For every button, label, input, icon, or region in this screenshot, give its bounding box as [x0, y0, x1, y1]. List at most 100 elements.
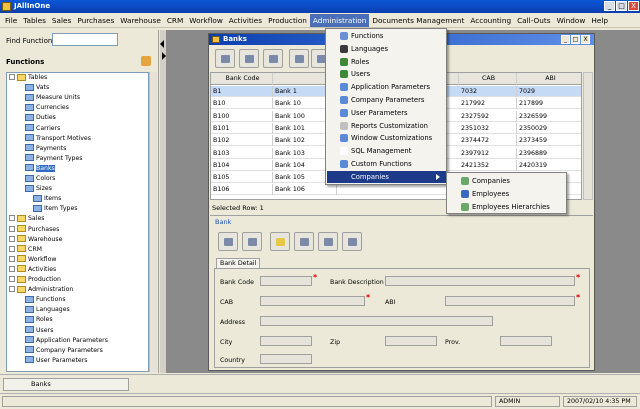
tree-item[interactable]: Currencies — [25, 103, 69, 113]
tree-item[interactable]: Production — [9, 275, 61, 285]
tree-item[interactable]: Payment Types — [25, 154, 83, 164]
city-field[interactable] — [260, 336, 312, 346]
menu-warehouse[interactable]: Warehouse — [117, 14, 164, 27]
tree-item[interactable]: Item Types — [33, 204, 78, 214]
zip-field[interactable] — [385, 336, 437, 346]
tree-scrollbar[interactable] — [149, 72, 157, 372]
tree-item[interactable]: Workflow — [9, 255, 56, 265]
window-minimize-button[interactable]: _ — [561, 35, 570, 44]
edit-button[interactable] — [270, 232, 290, 251]
tree-item[interactable]: Warehouse — [9, 235, 62, 245]
tree-item[interactable]: Sales — [9, 214, 44, 224]
menu-item[interactable]: Users — [327, 68, 446, 80]
tree-item[interactable]: Roles — [25, 315, 53, 325]
menu-file[interactable]: File — [2, 14, 20, 27]
functions-tree[interactable]: Tables Vats Measure Units Currencies Duties C… — [6, 72, 149, 372]
menu-activities[interactable]: Activities — [226, 14, 265, 27]
menu-window[interactable]: Window — [554, 14, 589, 27]
menu-item[interactable]: Companies — [327, 170, 446, 183]
column-header[interactable]: ABI — [517, 73, 581, 85]
tree-item[interactable]: Languages — [25, 305, 70, 315]
menu-item[interactable]: Company Parameters — [327, 94, 446, 106]
tree-item[interactable]: Carriers — [25, 124, 60, 134]
export-button[interactable] — [263, 49, 283, 68]
menu-administration[interactable]: Administration — [309, 13, 370, 27]
column-header[interactable]: CAB — [459, 73, 517, 85]
tree-item[interactable]: Sizes — [25, 184, 52, 194]
expand-icon[interactable] — [9, 215, 15, 222]
find-function-input[interactable] — [52, 33, 118, 46]
column-header[interactable]: Bank Code — [211, 73, 273, 85]
reload-button[interactable] — [215, 49, 235, 68]
tree-item[interactable]: Banks — [25, 164, 55, 174]
collapse-icon[interactable] — [9, 74, 15, 80]
tree-item[interactable]: Measure Units — [25, 93, 80, 103]
reload-form-button[interactable] — [318, 232, 338, 251]
menu-purchases[interactable]: Purchases — [74, 14, 117, 27]
cab-field[interactable] — [260, 296, 365, 306]
window-maximize-button[interactable]: □ — [571, 35, 580, 44]
submenu-item[interactable]: Companies — [448, 175, 567, 187]
tree-item[interactable]: User Parameters — [25, 356, 88, 366]
menu-call-outs[interactable]: Call-Outs — [514, 14, 554, 27]
menu-workflow[interactable]: Workflow — [186, 14, 226, 27]
menu-item[interactable]: Functions — [327, 30, 446, 42]
menu-item[interactable]: Reports Customization — [327, 120, 446, 132]
menu-item[interactable]: Application Parameters — [327, 81, 446, 93]
tab-bank-detail[interactable]: Bank Detail — [216, 258, 261, 268]
tree-item[interactable]: Activities — [9, 265, 56, 275]
bank-code-field[interactable] — [260, 276, 312, 286]
menu-item[interactable]: Custom Functions — [327, 158, 446, 170]
bank-description-field[interactable] — [385, 276, 575, 286]
tree-item[interactable]: Administration — [9, 285, 73, 295]
tree-item[interactable]: Application Parameters — [25, 336, 108, 346]
delete-button[interactable] — [239, 49, 259, 68]
window-close-button[interactable]: X — [581, 35, 590, 44]
tree-item[interactable]: Colors — [25, 174, 55, 184]
maximize-button[interactable]: □ — [616, 1, 627, 11]
tree-item[interactable]: Company Parameters — [25, 346, 103, 356]
menu-crm[interactable]: CRM — [164, 14, 186, 27]
submenu-item[interactable]: Employees — [448, 188, 567, 200]
tree-item[interactable]: CRM — [9, 245, 42, 255]
expand-icon[interactable] — [9, 225, 15, 232]
grid-scrollbar[interactable] — [583, 72, 593, 200]
expand-icon[interactable] — [9, 255, 15, 262]
close-button[interactable]: X — [628, 1, 639, 11]
tree-item[interactable]: Items — [33, 194, 61, 204]
menu-item[interactable]: Languages — [327, 43, 446, 55]
menu-item[interactable]: Window Customizations — [327, 132, 446, 144]
expand-icon[interactable] — [9, 265, 15, 272]
country-field[interactable] — [260, 354, 312, 364]
minimize-button[interactable]: _ — [604, 1, 615, 11]
tree-item[interactable]: Vats — [25, 83, 49, 93]
save-button[interactable] — [294, 232, 314, 251]
first-record-button[interactable] — [289, 49, 309, 68]
menu-help[interactable]: Help — [588, 14, 611, 27]
collapse-left-icon[interactable] — [160, 40, 164, 48]
menu-item[interactable]: Roles — [327, 56, 446, 68]
menu-tables[interactable]: Tables — [20, 14, 49, 27]
tree-item[interactable]: Functions — [25, 295, 66, 305]
prov-field[interactable] — [500, 336, 552, 346]
tree-item[interactable]: Users — [25, 326, 53, 336]
submenu-item[interactable]: Employees Hierarchies — [448, 201, 567, 213]
expand-icon[interactable] — [9, 235, 15, 242]
tree-item[interactable]: Purchases — [9, 225, 59, 235]
tree-item[interactable]: Payments — [25, 144, 66, 154]
tree-item[interactable]: Duties — [25, 113, 56, 123]
menu-sales[interactable]: Sales — [49, 14, 74, 27]
taskbar-banks-button[interactable]: Banks — [3, 378, 129, 391]
menu-production[interactable]: Production — [265, 14, 310, 27]
copy-button[interactable] — [242, 232, 262, 251]
tree-item[interactable]: Tables — [9, 73, 47, 83]
delete-form-button[interactable] — [342, 232, 362, 251]
tree-item[interactable]: Transport Motives — [25, 134, 91, 144]
address-field[interactable] — [260, 316, 493, 326]
menu-item[interactable]: User Parameters — [327, 107, 446, 119]
collapse-icon[interactable] — [9, 286, 15, 293]
insert-button[interactable] — [218, 232, 238, 251]
menu-accounting[interactable]: Accounting — [467, 14, 514, 27]
expand-icon[interactable] — [9, 245, 15, 252]
menu-documents-management[interactable]: Documents Management — [369, 14, 467, 27]
